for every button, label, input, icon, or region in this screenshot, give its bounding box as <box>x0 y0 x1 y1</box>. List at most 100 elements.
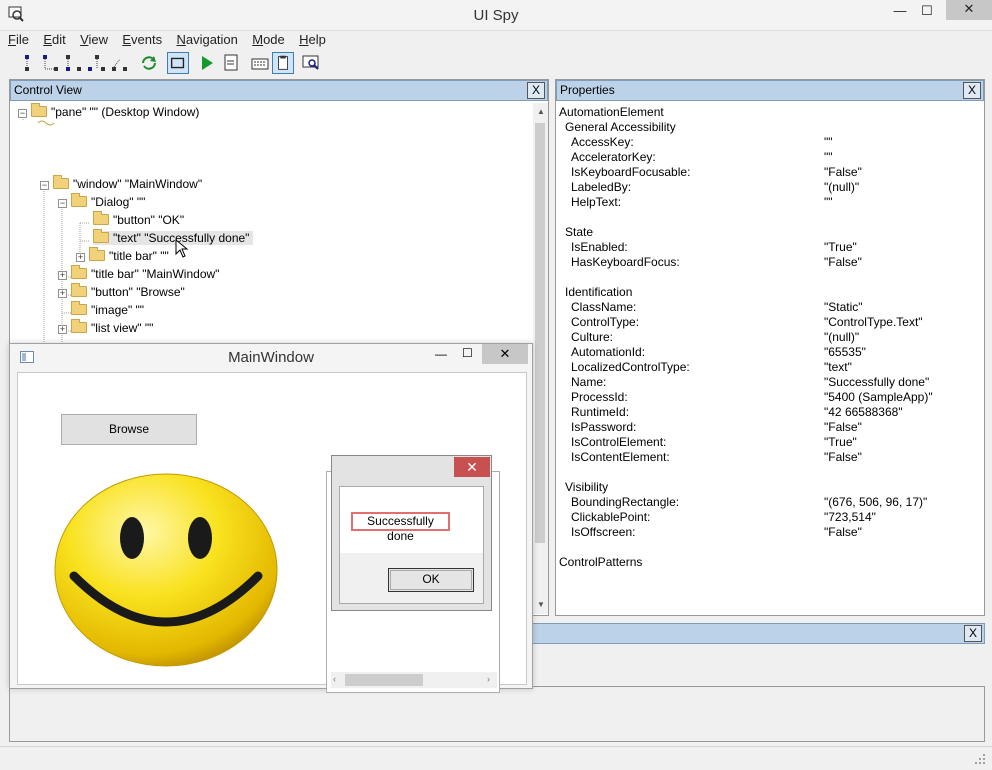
menu-edit[interactable]: Edit <box>43 32 65 47</box>
property-row[interactable]: Culture: "(null)" <box>571 330 981 344</box>
navigate-next-sibling-icon[interactable] <box>63 52 85 74</box>
screen-capture-icon[interactable] <box>300 52 322 74</box>
navigate-first-child-icon[interactable] <box>40 52 62 74</box>
minimize-button[interactable]: — <box>886 2 914 20</box>
properties-header: Properties X <box>556 80 984 101</box>
tree-node-selected[interactable]: "text" "Successfully done" <box>93 229 254 245</box>
clipboard-icon[interactable] <box>272 52 294 74</box>
toolbar <box>10 52 990 76</box>
refresh-icon[interactable] <box>138 52 160 74</box>
navigate-prev-sibling-icon[interactable] <box>86 52 108 74</box>
expand-icon[interactable]: + <box>58 325 67 334</box>
tree-node[interactable]: + "title bar" "" <box>76 247 169 263</box>
expand-icon[interactable]: + <box>58 271 67 280</box>
collapse-icon[interactable]: − <box>40 181 49 190</box>
hover-mode-icon[interactable] <box>167 52 189 74</box>
scroll-thumb[interactable] <box>535 123 545 543</box>
resize-grip-icon[interactable] <box>974 753 986 765</box>
dialog-close-button[interactable]: ✕ <box>454 457 490 477</box>
list-view-hscrollbar[interactable]: ‹ › <box>331 672 497 688</box>
close-button[interactable]: ✕ <box>946 0 992 20</box>
section-header: Identification <box>565 285 633 299</box>
status-bar <box>0 746 992 770</box>
control-view-title: Control View <box>14 83 82 97</box>
property-row[interactable]: RuntimeId: "42 66588368" <box>571 405 981 419</box>
properties-title: Properties <box>560 83 615 97</box>
navigate-last-child-icon[interactable] <box>109 52 131 74</box>
tree-node[interactable]: − "Dialog" "" <box>58 193 145 209</box>
ok-button[interactable]: OK <box>388 568 474 592</box>
property-row[interactable]: IsKeyboardFocusable: "False" <box>571 165 981 179</box>
expand-icon[interactable]: + <box>58 289 67 298</box>
main-window: MainWindow — ☐ ✕ Browse ‹ › ✕ Successful… <box>9 343 533 693</box>
property-row[interactable]: IsControlElement: "True" <box>571 435 981 449</box>
tree-node[interactable]: + "list view" "" <box>58 319 153 335</box>
scroll-thumb[interactable] <box>345 674 423 686</box>
property-row[interactable]: AutomationId: "65535" <box>571 345 981 359</box>
dialog-client: Successfully done OK <box>339 486 484 604</box>
splitter[interactable] <box>532 617 985 621</box>
tree-node[interactable]: − "pane" "" (Desktop Window) <box>18 103 199 119</box>
menu-help[interactable]: Help <box>299 32 326 47</box>
menu-view[interactable]: View <box>80 32 108 47</box>
keyboard-icon[interactable] <box>249 52 271 74</box>
property-row[interactable]: ClickablePoint: "723,514" <box>571 510 981 524</box>
property-row[interactable]: BoundingRectangle: "(676, 506, 96, 17)" <box>571 495 981 509</box>
collapse-icon[interactable]: − <box>58 199 67 208</box>
menu-mode[interactable]: Mode <box>252 32 285 47</box>
property-row[interactable]: Name: "Successfully done" <box>571 375 981 389</box>
main-window-title-bar: MainWindow — ☐ ✕ <box>10 344 532 370</box>
tree-node[interactable]: + "button" "Browse" <box>58 283 185 299</box>
navigate-parent-icon[interactable] <box>16 52 38 74</box>
menu-events[interactable]: Events <box>122 32 162 47</box>
tree-node[interactable]: "button" "OK" <box>93 211 184 227</box>
property-row[interactable]: AcceleratorKey: "" <box>571 150 981 164</box>
folder-icon <box>89 247 105 261</box>
focus-tracking-icon[interactable] <box>220 52 242 74</box>
section-header: General Accessibility <box>565 120 676 134</box>
tree-node[interactable]: − "window" "MainWindow" <box>40 175 202 191</box>
main-window-minimize-button[interactable]: — <box>435 347 447 361</box>
maximize-button[interactable]: ☐ <box>913 2 941 20</box>
folder-icon <box>71 265 87 279</box>
property-row[interactable]: IsContentElement: "False" <box>571 450 981 464</box>
folder-icon <box>71 283 87 297</box>
property-row[interactable]: ClassName: "Static" <box>571 300 981 314</box>
property-row[interactable]: ProcessId: "5400 (SampleApp)" <box>571 390 981 404</box>
collapse-icon[interactable]: − <box>18 109 27 118</box>
scroll-right-icon[interactable]: › <box>487 674 490 684</box>
scroll-left-icon[interactable]: ‹ <box>333 674 336 684</box>
property-row[interactable]: HelpText: "" <box>571 195 981 209</box>
menu-navigation[interactable]: Navigation <box>176 32 237 47</box>
property-row[interactable]: IsEnabled: "True" <box>571 240 981 254</box>
play-icon[interactable] <box>196 52 218 74</box>
expand-icon[interactable]: + <box>76 253 85 262</box>
section-header: Visibility <box>565 480 609 494</box>
property-row[interactable]: IsPassword: "False" <box>571 420 981 434</box>
main-window-client: Browse ‹ › ✕ Successfully done OK <box>17 372 527 693</box>
tree-node[interactable]: "image" "" <box>71 301 144 317</box>
folder-icon <box>71 301 87 315</box>
main-window-close-button[interactable]: ✕ <box>482 344 528 364</box>
scroll-down-icon[interactable]: ▼ <box>537 600 545 609</box>
property-row[interactable]: IsOffscreen: "False" <box>571 525 981 539</box>
main-window-maximize-button[interactable]: ☐ <box>462 346 473 360</box>
menu-file[interactable]: File <box>8 32 29 47</box>
main-window-title: MainWindow <box>228 349 314 366</box>
control-view-scrollbar[interactable]: ▲ ▼ <box>533 103 548 614</box>
menu-bar: File Edit View Events Navigation Mode He… <box>8 32 988 50</box>
browse-button[interactable]: Browse <box>61 414 197 445</box>
output-panel <box>9 686 985 742</box>
properties-close-button[interactable]: X <box>963 82 981 99</box>
folder-icon <box>93 211 109 225</box>
control-view-close-button[interactable]: X <box>527 82 545 99</box>
folder-icon <box>71 193 87 207</box>
property-row[interactable]: AccessKey: "" <box>571 135 981 149</box>
property-row[interactable]: LabeledBy: "(null)" <box>571 180 981 194</box>
property-row[interactable]: HasKeyboardFocus: "False" <box>571 255 981 269</box>
tree-node[interactable]: + "title bar" "MainWindow" <box>58 265 219 281</box>
property-row[interactable]: LocalizedControlType: "text" <box>571 360 981 374</box>
property-row[interactable]: ControlType: "ControlType.Text" <box>571 315 981 329</box>
lower-panel-close-button[interactable]: X <box>964 625 982 642</box>
scroll-up-icon[interactable]: ▲ <box>537 107 545 116</box>
